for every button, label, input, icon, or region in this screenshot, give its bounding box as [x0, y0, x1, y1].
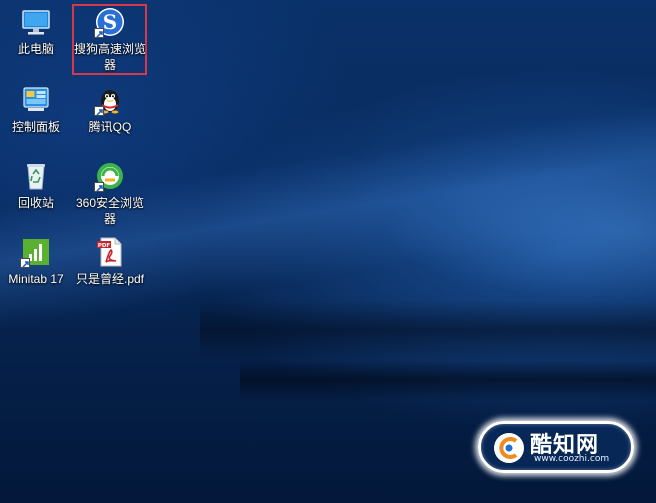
desktop-icon-360-browser[interactable]: 360安全浏览器: [74, 160, 146, 227]
icon-label: 只是曾经.pdf: [75, 272, 145, 286]
minitab-icon: [20, 236, 52, 268]
icon-label: 360安全浏览器: [75, 196, 145, 226]
qq-penguin-icon: [94, 84, 126, 116]
desktop-icon-sogou-browser[interactable]: S 搜狗高速浏览器: [74, 6, 146, 73]
icon-label: 此电脑: [17, 42, 54, 56]
coozhi-logo-icon: [494, 433, 524, 463]
shortcut-arrow-icon: [94, 182, 104, 192]
shortcut-arrow-icon: [94, 28, 104, 38]
icon-label: 控制面板: [11, 120, 60, 134]
watermark-url: www.coozhi.com: [534, 454, 610, 464]
desktop-icon-this-pc[interactable]: 此电脑: [0, 6, 72, 57]
desktop-icon-qq[interactable]: 腾讯QQ: [74, 84, 146, 135]
360-browser-icon: [94, 160, 126, 192]
icon-label: 回收站: [17, 196, 54, 210]
desktop-icon-control-panel[interactable]: 控制面板: [0, 84, 72, 135]
sogou-browser-icon: S: [94, 6, 126, 38]
wallpaper-glow: [380, 160, 656, 300]
recycle-bin-icon: [20, 160, 52, 192]
desktop-icon-recycle-bin[interactable]: 回收站: [0, 160, 72, 211]
desktop-background[interactable]: 此电脑 S 搜狗高速浏览器 控制面板 腾讯QQ 回收站 360安全浏览器 Min…: [0, 0, 656, 503]
shortcut-arrow-icon: [94, 106, 104, 116]
desktop-icon-pdf-file[interactable]: PDF 只是曾经.pdf: [74, 236, 146, 287]
shortcut-arrow-icon: [20, 258, 30, 268]
icon-label: 搜狗高速浏览器: [74, 42, 147, 72]
desktop-icon-minitab[interactable]: Minitab 17: [0, 236, 72, 287]
svg-text:PDF: PDF: [98, 243, 111, 249]
pdf-file-icon: PDF: [94, 236, 126, 268]
icon-label: Minitab 17: [8, 272, 64, 286]
wallpaper-dark-band: [240, 360, 656, 400]
icon-label: 腾讯QQ: [88, 120, 132, 134]
coozhi-watermark: 酷知网 www.coozhi.com: [472, 415, 640, 479]
wallpaper-dark-band: [200, 300, 656, 360]
control-panel-icon: [20, 84, 52, 116]
this-pc-icon: [20, 6, 52, 38]
